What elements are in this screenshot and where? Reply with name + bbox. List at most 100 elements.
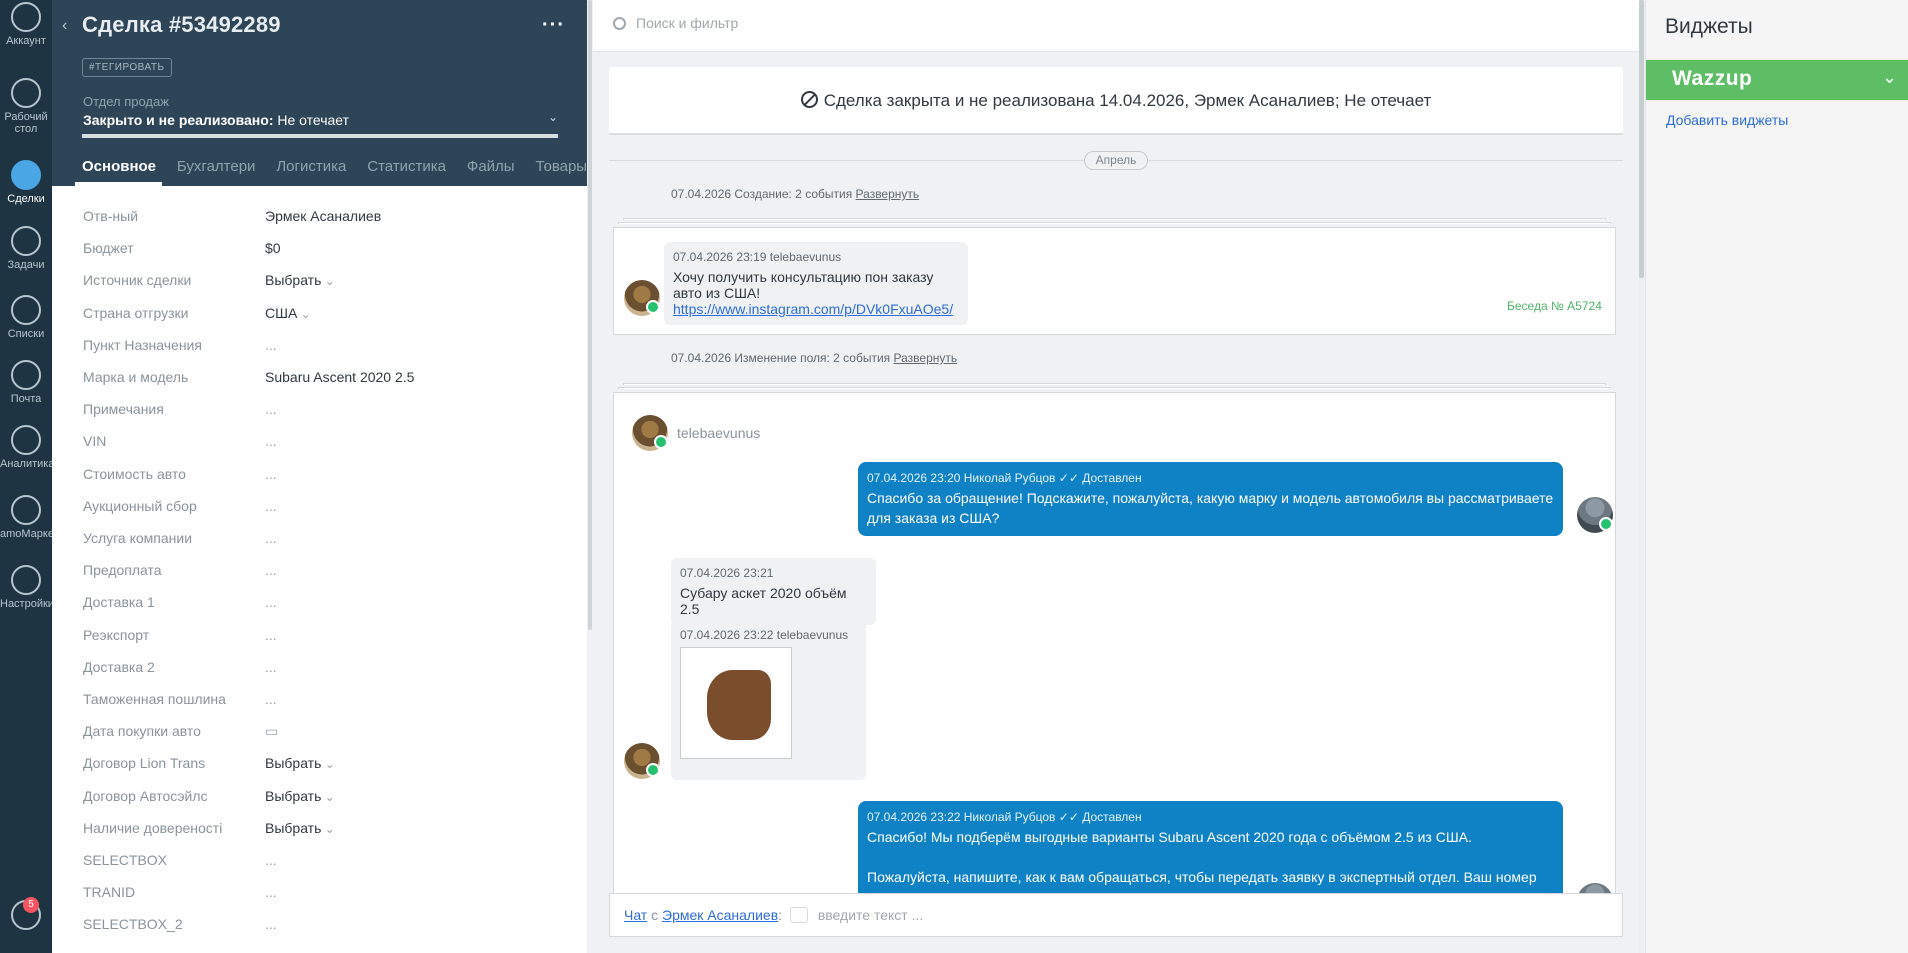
add-widgets-link[interactable]: Добавить виджеты [1666,112,1788,128]
field-row[interactable]: Стоимость авто... [83,464,563,484]
field-row[interactable]: Договор Автосэйлс Выбрать [83,786,563,806]
field-value[interactable]: ... [265,657,277,677]
lead-card-fields: Отв-ный Эрмек Асаналиев Бюджет $0 Источник с… [52,186,587,953]
pipeline-status-select[interactable]: Закрыто и не реализовано: Не отечает [83,112,349,128]
chat-message-input[interactable] [817,907,1318,923]
nav-item-label: Аккаунт [6,35,46,47]
tab-main[interactable]: Основное [82,158,156,175]
nav-item-market[interactable]: amoМаркет [0,495,52,540]
attached-image[interactable] [680,647,792,759]
field-row[interactable]: Доставка 1... [83,592,563,612]
search-icon [613,17,626,30]
field-row[interactable]: Договор Lion Trans Выбрать [83,753,563,773]
field-value[interactable]: ... [265,431,277,451]
nav-item-dashboard[interactable]: Рабочий стол [0,78,52,135]
field-row[interactable]: VIN... [83,431,563,451]
conversation-number[interactable]: Беседа № A5724 [1507,299,1602,313]
chat-contact-name[interactable]: telebaevunus [677,425,760,441]
chat-recipient-link[interactable]: Эрмек Асаналиев [662,907,778,923]
tabs-more-icon[interactable]: ··· [543,158,558,175]
field-row[interactable]: Реэкспорт... [83,625,563,645]
field-value[interactable]: Выбрать [265,818,335,839]
field-value[interactable]: ... [265,528,277,548]
field-row[interactable]: SELECTBOX... [83,850,563,870]
field-value[interactable]: ... [265,399,277,419]
field-value[interactable]: ... [265,914,277,934]
activity-feed: Сделка закрыта и не реализована 14.04.20… [593,0,1639,953]
message-text: Пожалуйста, напишите, как к вам обращать… [867,869,1537,885]
field-name: SELECTBOX_2 [83,916,183,932]
lists-icon [11,295,41,325]
field-value[interactable]: Выбрать [265,753,335,774]
more-options-icon[interactable]: ··· [542,14,565,37]
field-value[interactable]: ... [265,592,277,612]
field-value[interactable]: ▭ [265,721,278,741]
field-row[interactable]: Таможенная пошлина... [83,689,563,709]
field-value[interactable]: ... [265,335,277,355]
field-value[interactable]: ... [265,882,277,902]
field-row[interactable]: TRANID... [83,882,563,902]
tasks-icon [11,226,41,256]
expand-link[interactable]: Развернуть [856,187,920,201]
field-row[interactable]: Дата покупки авто ▭ [83,721,563,741]
nav-item-settings[interactable]: Настройки [0,565,52,610]
card-scrollbar[interactable] [588,0,592,630]
tab-statistics[interactable]: Статистика [367,158,446,175]
nav-item-mail[interactable]: Почта [0,360,52,405]
field-row[interactable]: SELECTBOX_2... [83,914,563,934]
field-value[interactable]: $0 [265,238,281,258]
tab-files[interactable]: Файлы [467,158,515,175]
feed-scrollbar[interactable] [1639,0,1644,278]
field-row[interactable]: Аукционный сбор... [83,496,563,516]
chat-type-link[interactable]: Чат [624,907,647,923]
field-value[interactable]: ... [265,496,277,516]
message-text: Хочу получить консультацию пон заказу ав… [673,269,934,301]
wazzup-widget[interactable]: Wazzup ⌄ [1646,60,1908,100]
field-row[interactable]: Пункт Назначения... [83,335,563,355]
field-row[interactable]: Наличие довереностi Выбрать [83,818,563,838]
field-value[interactable]: Subaru Ascent 2020 2.5 [265,367,414,387]
pipeline-progress-bar [82,134,558,138]
field-row[interactable]: Источник сделки Выбрать [83,270,563,290]
field-value[interactable]: ... [265,464,277,484]
message-meta: 07.04.2026 23:21 [680,566,774,580]
tab-logistics[interactable]: Логистика [276,158,346,175]
nav-item-label: Почта [10,393,42,405]
field-value[interactable]: ... [265,689,277,709]
field-row[interactable]: Бюджет $0 [83,238,563,258]
nav-item-account[interactable]: Аккаунт [0,2,52,47]
tab-accounting[interactable]: Бухгалтери [177,158,256,175]
field-row[interactable]: Услуга компании... [83,528,563,548]
field-row[interactable]: Примечания... [83,399,563,419]
field-value[interactable]: ... [265,850,277,870]
chat-composer: Чат с Эрмек Асаналиев: [609,893,1623,937]
tag-button[interactable]: #ТЕГИРОВАТЬ [82,58,172,77]
field-row[interactable]: Отв-ный Эрмек Асаналиев [83,206,563,226]
chevron-left-icon[interactable]: ‹ [62,18,74,34]
recipient-dropdown[interactable] [789,907,808,923]
left-navigation: Аккаунт Рабочий стол Сделки Задачи Списк… [0,0,52,953]
field-row[interactable]: Доставка 2... [83,657,563,677]
field-row[interactable]: Предоплата... [83,560,563,580]
field-value[interactable]: ... [265,560,277,580]
chevron-down-icon[interactable]: ⌄ [548,110,558,124]
field-row[interactable]: Страна отгрузки США [83,303,563,323]
nav-item-tasks[interactable]: Задачи [0,226,52,271]
deal-title[interactable]: Сделка #53492289 [82,12,281,38]
mail-icon [11,360,41,390]
field-value[interactable]: США [265,303,311,324]
nav-item-analytics[interactable]: Аналитика [0,425,52,470]
search-input[interactable] [636,15,1236,31]
message-link[interactable]: https://www.instagram.com/p/DVk0FxuAOe5/ [673,301,959,317]
field-value[interactable]: Выбрать [265,786,335,807]
field-value[interactable]: ... [265,625,277,645]
expand-link[interactable]: Развернуть [894,351,958,365]
chevron-down-icon[interactable]: ⌄ [1882,67,1897,88]
hand-image [707,670,771,740]
field-row[interactable]: Марка и модель Subaru Ascent 2020 2.5 [83,367,563,387]
field-value[interactable]: Выбрать [265,270,335,291]
pipeline-label: Отдел продаж [83,94,169,109]
nav-item-deals[interactable]: Сделки [0,160,52,205]
nav-item-lists[interactable]: Списки [0,295,52,340]
field-value[interactable]: Эрмек Асаналиев [265,206,381,226]
